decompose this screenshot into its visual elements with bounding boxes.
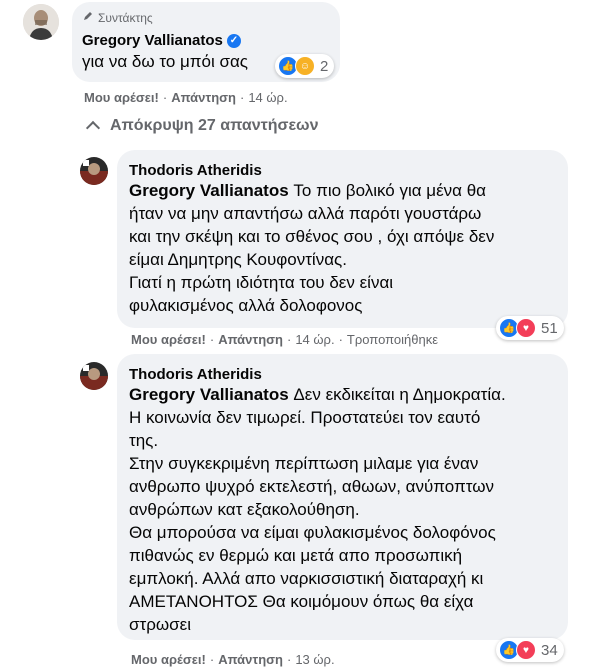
reply-line: ήταν να μην απαντήσω αλλά παρότι γουστάρ…	[129, 204, 482, 223]
love-reaction-icon: ♥	[516, 640, 536, 660]
timestamp[interactable]: 14 ώρ.	[295, 332, 334, 347]
author-badge-label: Συντάκτης	[98, 10, 153, 25]
avatar[interactable]	[80, 157, 108, 185]
author-name[interactable]: Gregory Vallianatos	[82, 32, 223, 49]
reply-line: Το πιο βολικό για μένα θα	[288, 181, 486, 200]
reply-line: Δεν εκδικείται η Δημοκρατία.	[288, 385, 506, 404]
pen-icon	[82, 10, 94, 25]
reply-link[interactable]: Απάντηση	[218, 332, 283, 347]
separator-dot: ·	[209, 652, 215, 667]
timestamp[interactable]: 14 ώρ.	[248, 90, 287, 105]
separator-dot: ·	[286, 652, 292, 667]
reply-line: και την σκέψη και το σθένος σου , όχι απ…	[129, 227, 495, 246]
reply-author[interactable]: Thodoris Atheridis	[129, 162, 262, 179]
reply-text: Gregory Vallianatos Δεν εκδικείται η Δημ…	[129, 383, 506, 636]
reply-line: Η κοινωνία δεν τιμωρεί. Προστατεύει τον …	[129, 408, 481, 427]
comment-author[interactable]: Gregory Vallianatos ✓	[82, 32, 241, 49]
reply-author[interactable]: Thodoris Atheridis	[129, 366, 262, 383]
timestamp[interactable]: 13 ώρ.	[295, 652, 334, 667]
reply-line: ΑΜΕΤΑΝΟΗΤΟΣ Θα κοιμόμουν όπως θα είχα	[129, 592, 474, 611]
mention-tag[interactable]: Gregory Vallianatos	[129, 181, 289, 200]
separator-dot: ·	[338, 332, 343, 347]
reply-line: ανθρωπο ψυχρό εκτελεστή, αθωων, ανύποπτω…	[129, 477, 494, 496]
comment-text: για να δω το μπόι σας	[82, 52, 248, 71]
reaction-count: 2	[320, 57, 329, 75]
reply-line: της.	[129, 431, 159, 450]
separator-dot: ·	[162, 90, 168, 105]
author-badge: Συντάκτης	[82, 10, 153, 25]
reply-bubble: Thodoris Atheridis Gregory Vallianatos Τ…	[117, 150, 568, 328]
care-reaction-icon: ☺	[295, 56, 315, 76]
reply-line: ανθρώπων κατ εξακολούθηση.	[129, 500, 360, 519]
reaction-count: 34	[541, 641, 558, 659]
edited-label[interactable]: Τροποποιήθηκε	[347, 332, 438, 347]
separator-dot: ·	[286, 332, 292, 347]
avatar[interactable]	[23, 4, 59, 40]
reply-link[interactable]: Απάντηση	[218, 652, 283, 667]
chevron-up-icon	[85, 120, 101, 136]
reply-line: φυλακισμένος αλλά δολοφονος	[129, 296, 363, 315]
reply-line: Γιατί η πρώτη ιδιότητα του δεν είναι	[129, 273, 394, 292]
reactions-summary[interactable]: 👍 ♥ 51	[496, 316, 564, 340]
reply-actions: Μου αρέσει! · Απάντηση · 13 ώρ.	[131, 652, 335, 667]
reply-line: εμπλοκή. Αλλά απο ναρκισσιστική διαταραχ…	[129, 569, 484, 588]
reactions-summary[interactable]: 👍 ☺ 2	[275, 54, 335, 78]
avatar[interactable]	[80, 362, 108, 390]
separator-dot: ·	[239, 90, 245, 105]
mention-tag[interactable]: Gregory Vallianatos	[129, 385, 289, 404]
hide-replies-label: Απόκρυψη 27 απαντήσεων	[110, 117, 319, 134]
reply-link[interactable]: Απάντηση	[171, 90, 236, 105]
separator-dot: ·	[209, 332, 215, 347]
reaction-count: 51	[541, 319, 558, 337]
reply-line: Στην συγκεκριμένη περίπτωση μιλαμε για έ…	[129, 454, 479, 473]
comment-actions: Μου αρέσει! · Απάντηση · 14 ώρ.	[84, 90, 288, 105]
reactions-summary[interactable]: 👍 ♥ 34	[496, 638, 564, 662]
verified-badge-icon: ✓	[226, 34, 241, 49]
like-link[interactable]: Μου αρέσει!	[131, 652, 206, 667]
reply-line: είμαι Δημητρης Κουφοντίνας.	[129, 250, 347, 269]
reply-text: Gregory Vallianatos Το πιο βολικό για μέ…	[129, 179, 494, 317]
reply-actions: Μου αρέσει! · Απάντηση · 14 ώρ. · Τροποπ…	[131, 332, 438, 347]
like-link[interactable]: Μου αρέσει!	[84, 90, 159, 105]
like-link[interactable]: Μου αρέσει!	[131, 332, 206, 347]
reply-line: πιθανώς εν θερμώ και μετά απο προσωπική	[129, 546, 463, 565]
love-reaction-icon: ♥	[516, 318, 536, 338]
hide-replies-button[interactable]: Απόκρυψη 27 απαντήσεων	[85, 117, 319, 136]
reply-line: Θα μπορούσα να είμαι φυλακισμένος δολοφό…	[129, 523, 496, 542]
reply-bubble: Thodoris Atheridis Gregory Vallianatos Δ…	[117, 354, 568, 640]
reply-line: στρωσει	[129, 615, 191, 634]
